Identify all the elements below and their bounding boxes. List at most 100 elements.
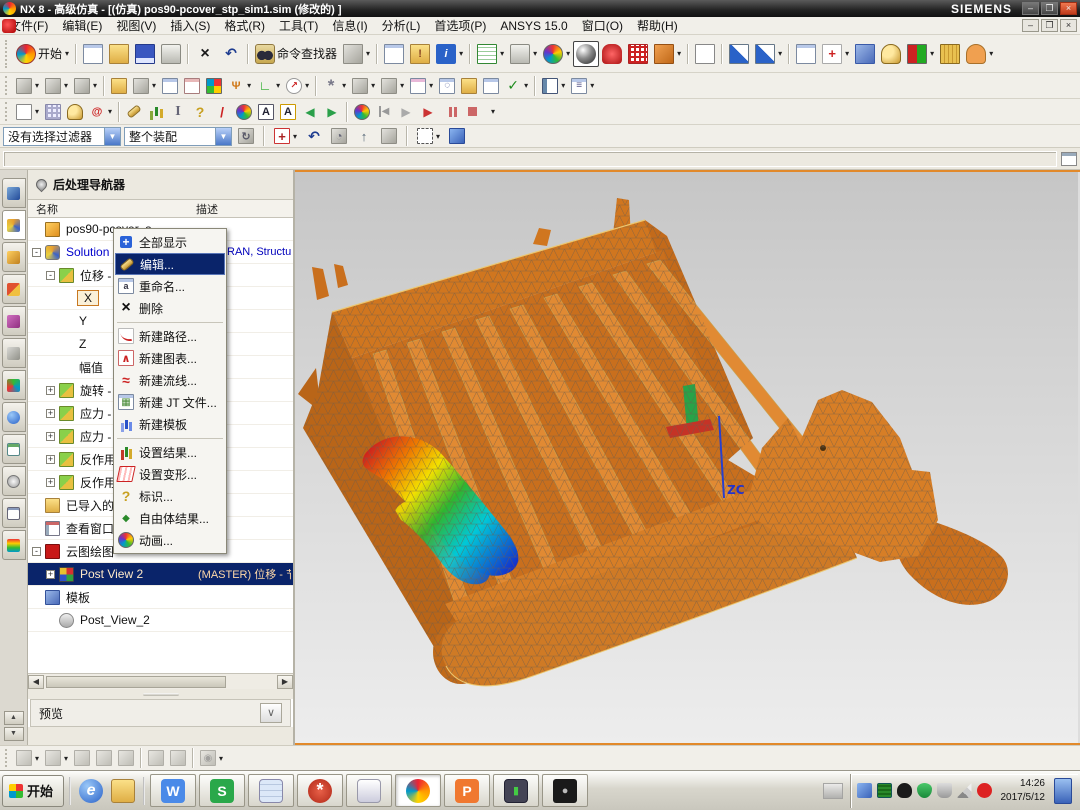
toolbar-button[interactable]: ▾ [407,41,433,67]
toolbar-button[interactable]: ▾ [436,75,458,97]
toolbar-button[interactable]: ▾ [785,44,793,64]
menu-item[interactable]: 格式(R) [217,16,272,35]
toolbar-button[interactable]: ▾ [192,41,218,67]
menu-item[interactable]: 首选项(P) [427,16,493,35]
toolbar-button[interactable]: ▾ [937,41,963,67]
minimize-button[interactable]: – [1022,2,1039,15]
expander-icon[interactable] [46,386,55,395]
toolbar-button[interactable]: ▾ [71,747,93,769]
mdi-close-button[interactable]: × [1060,19,1077,32]
toolbar-button[interactable]: ▾ [244,44,252,64]
toolbar-button[interactable]: ▾ [752,41,785,67]
taskbar-app-button[interactable] [444,774,490,807]
taskbar-app-button[interactable] [542,774,588,807]
menu-item[interactable]: 帮助(H) [630,16,685,35]
context-menu-item[interactable]: 新建模板 [115,413,225,435]
scroll-up-button[interactable]: ▲ [4,711,24,725]
toolbar-button[interactable]: ▾ [378,75,407,97]
scrollbar-thumb[interactable] [46,676,226,688]
scroll-left-arrow[interactable]: ◀ [28,675,44,689]
toolbar-button[interactable]: 命令查找器▾ [252,41,340,67]
toolbar-button[interactable]: ▾ [71,75,100,97]
toolbar-button[interactable]: ▾ [474,41,507,67]
taskbar-app-button[interactable] [395,774,441,807]
tray-mute-icon[interactable] [977,783,992,798]
toolbar-button[interactable]: ▾ [197,747,226,769]
selection-tool-button[interactable]: ▾ [353,125,375,147]
toolbar-button[interactable]: ▾ [718,44,726,64]
menu-item[interactable]: 插入(S) [163,16,217,35]
selection-tool-button[interactable]: ▾ [414,125,443,147]
context-menu-item[interactable]: 动画... [115,529,225,551]
selection-tool-button[interactable]: ▾ [446,125,468,147]
context-menu-item[interactable]: 设置变形... [115,463,225,485]
toolbar-button[interactable]: ▾ [349,75,378,97]
toolbar-button[interactable]: ▾ [181,75,203,97]
toolbar-button[interactable]: ▾ [299,101,321,123]
tray-plug-icon[interactable] [937,783,952,798]
toolbar-button[interactable]: ▾ [13,101,42,123]
toolbar-button[interactable]: ▾ [373,44,381,64]
taskbar-app-button[interactable] [346,774,392,807]
toolbar-button[interactable]: ▾ [42,747,71,769]
context-menu-item[interactable]: 重命名... [115,275,225,297]
selection-tool-button[interactable]: ▾ [235,125,257,147]
expander-icon[interactable] [46,409,55,418]
toolbar-button[interactable]: ▾ [189,101,211,123]
quick-launch-button[interactable] [108,776,138,806]
context-menu-item[interactable]: 设置结果... [115,441,225,463]
expander-icon[interactable] [46,271,55,280]
pin-icon[interactable] [34,177,50,193]
toolbar-button[interactable]: ▾ [340,41,373,67]
toolbar-button[interactable]: ▾ [651,41,684,67]
selection-tool-button[interactable]: ▾ [303,125,325,147]
toolbar-button[interactable]: ▾ [167,747,189,769]
toolbar-button[interactable]: ▾ [145,747,167,769]
resource-bar-tab[interactable] [2,242,26,272]
toolbar-button[interactable]: ▾ [64,101,86,123]
menu-item[interactable]: 分析(L) [375,16,428,35]
toolbar-button[interactable]: ▾ [132,41,158,67]
resource-bar-tab[interactable] [2,306,26,336]
toolbar-button[interactable]: ▾ [568,75,597,97]
taskbar-app-button[interactable] [493,774,539,807]
toolbar-button[interactable]: ▾ [115,747,137,769]
toolbar-button[interactable]: ▾ [381,41,407,67]
context-menu-item[interactable]: 新建路径... [115,325,225,347]
menu-item[interactable]: 编辑(E) [55,16,109,35]
toolbar-button[interactable]: ▾ [184,44,192,64]
toolbar-button[interactable]: ▾ [573,41,599,67]
context-menu-item[interactable]: 自由体结果... [115,507,225,529]
selection-tool-button[interactable]: ▾ [271,125,300,147]
resource-bar-tab[interactable] [2,178,26,208]
viewport-3d[interactable]: ZC [295,172,1078,743]
tree-row[interactable]: 模板 [28,586,293,609]
context-menu-item[interactable]: 新建 JT 文件... [115,391,225,413]
toolbar-button[interactable]: ▾ [540,41,573,67]
toolbar-button[interactable]: ▾ [189,748,197,768]
toolbar-button[interactable]: ▾ [277,101,299,123]
context-menu-item[interactable]: 编辑... [115,253,225,275]
resource-bar-tab[interactable] [2,466,26,496]
toolbar-button[interactable]: ▾ [72,44,80,64]
column-name[interactable]: 名称 [28,201,58,217]
menu-item[interactable]: 视图(V) [109,16,163,35]
toolbar-button[interactable]: ▾ [167,101,189,123]
tray-signal-icon[interactable] [957,783,972,798]
toolbar-button[interactable]: ▾ [433,41,466,67]
selection-filter-combo[interactable]: 没有选择过滤器 ▼ [3,127,121,146]
toolbar-button[interactable]: ▾ [218,41,244,67]
combo-dropdown-button[interactable]: ▼ [215,128,231,145]
docked-window-icon[interactable] [1061,152,1077,166]
toolbar-button[interactable]: ▾ [692,41,718,67]
toolbar-button[interactable]: ▾ [106,41,132,67]
combo-dropdown-button[interactable]: ▼ [104,128,120,145]
tree-row[interactable]: Post_View_2 [28,609,293,632]
context-menu-item[interactable]: 标识... [115,485,225,507]
selection-scope-combo[interactable]: 整个装配 ▼ [124,127,232,146]
tree-row[interactable]: Post View 2 (MASTER) 位移 - 节点 [28,563,293,586]
toolbar-button[interactable]: ▾ [878,41,904,67]
toolbar-button[interactable]: ▾ [13,75,42,97]
toolbar-button[interactable]: ▾ [407,75,436,97]
toolbar-button[interactable]: ▾ [42,101,64,123]
